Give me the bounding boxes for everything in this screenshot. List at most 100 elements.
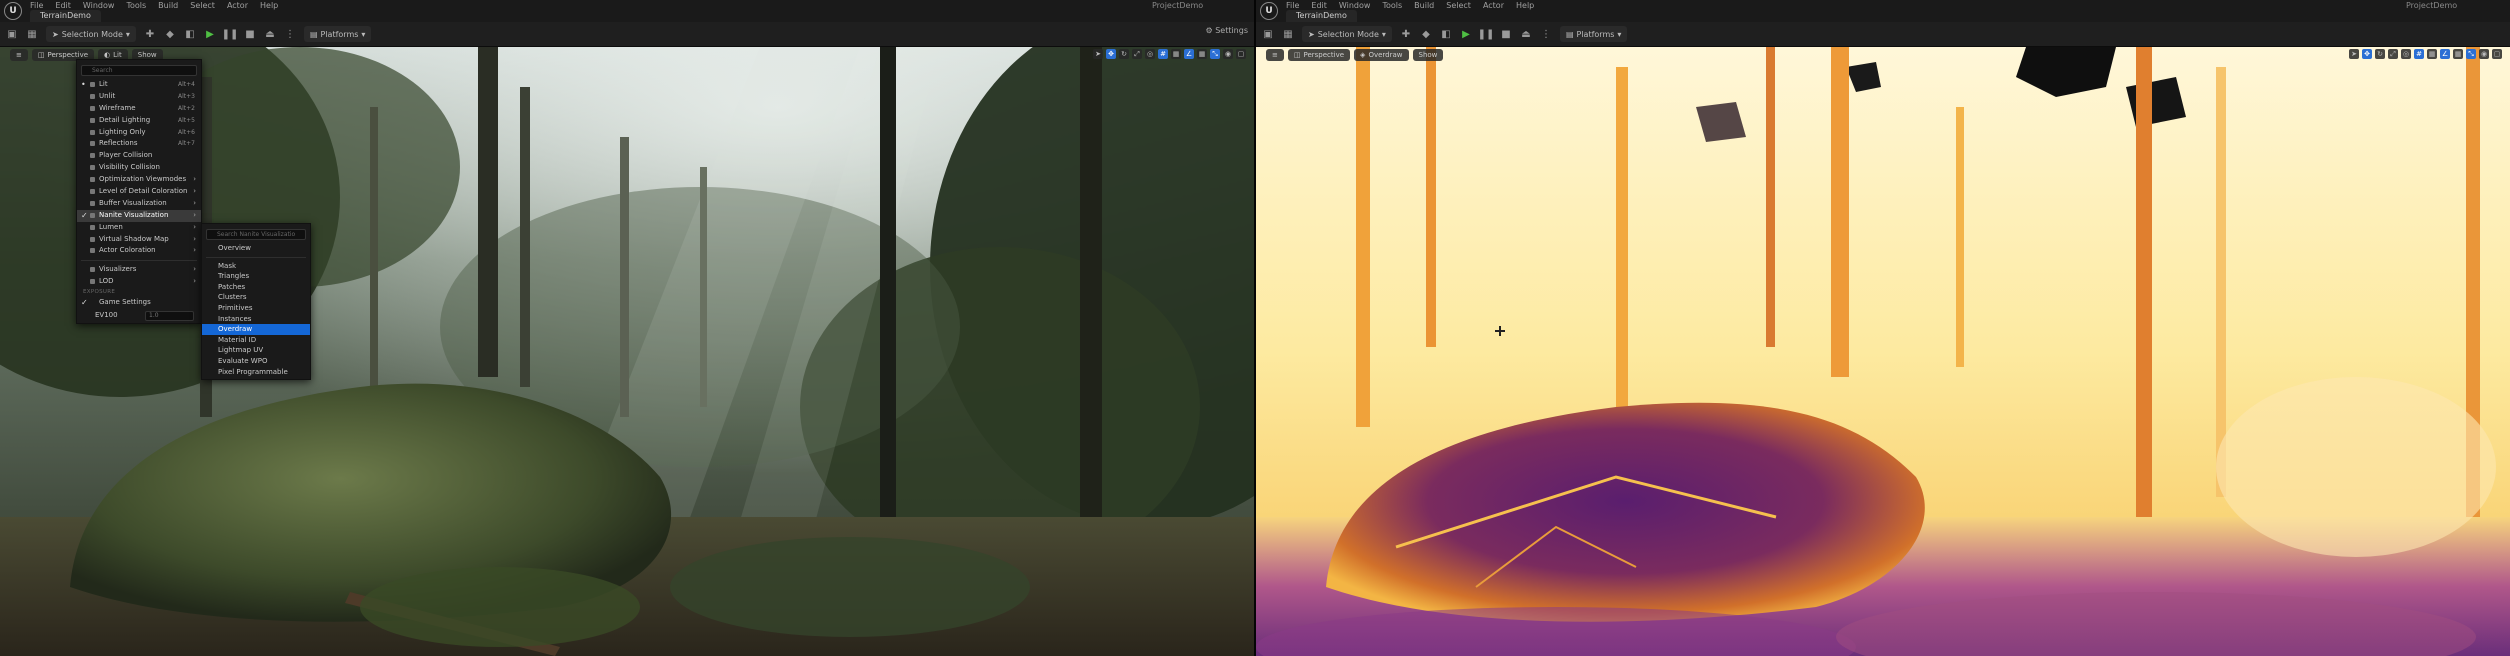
menu-build[interactable]: Build <box>158 1 178 10</box>
menu-item-visibility-collision[interactable]: Visibility Collision <box>77 162 201 174</box>
menu-item-unlit[interactable]: Unlit Alt+3 <box>77 91 201 103</box>
menu-item-lighting-only[interactable]: Lighting Only Alt+6 <box>77 127 201 139</box>
menu-item-lod[interactable]: LOD › <box>77 276 201 288</box>
viewport-options-button[interactable]: ≡ <box>1266 49 1284 61</box>
submenu-item-instances[interactable]: Instances <box>202 314 310 325</box>
menu-item-lod-coloration[interactable]: Level of Detail Coloration › <box>77 186 201 198</box>
submenu-item-pixel-programmable[interactable]: Pixel Programmable <box>202 367 310 378</box>
selection-mode-button[interactable]: ➤ Selection Mode ▾ <box>46 26 136 42</box>
submenu-item-overview[interactable]: Overview <box>202 243 310 254</box>
add-actor-icon[interactable]: ✚ <box>1400 28 1412 40</box>
viewport-overdraw[interactable]: ≡ ◫ Perspective ◈ Overdraw Show ➤ ✥ ↻ ⤢ ◎ … <box>1256 47 2510 656</box>
scale-snap-icon[interactable]: ⤡ <box>2466 49 2476 59</box>
menu-window[interactable]: Window <box>83 1 115 10</box>
submenu-item-mask[interactable]: Mask <box>202 261 310 272</box>
level-tab[interactable]: TerrainDemo <box>30 10 101 22</box>
content-icon[interactable]: ▦ <box>26 28 38 40</box>
menu-item-actor-coloration[interactable]: Actor Coloration › <box>77 245 201 257</box>
grid-snap-icon[interactable]: # <box>1158 49 1168 59</box>
stop-icon[interactable]: ■ <box>244 28 256 40</box>
settings-button[interactable]: ⚙ Settings <box>1205 26 1248 35</box>
menu-select[interactable]: Select <box>1446 1 1471 10</box>
maximize-icon[interactable]: ▢ <box>2492 49 2502 59</box>
submenu-item-evaluate-wpo[interactable]: Evaluate WPO <box>202 356 310 367</box>
rotation-size-icon[interactable]: ▦ <box>1197 49 1207 59</box>
menu-item-game-settings[interactable]: ✓ Game Settings <box>77 297 201 309</box>
camera-speed-icon[interactable]: ◉ <box>2479 49 2489 59</box>
menu-item-buffer-visualization[interactable]: Buffer Visualization › <box>77 198 201 210</box>
menu-item-player-collision[interactable]: Player Collision <box>77 150 201 162</box>
viewport-options-button[interactable]: ≡ <box>10 49 28 61</box>
platforms-button[interactable]: ▤ Platforms ▾ <box>1559 26 1628 42</box>
grid-snap-icon[interactable]: # <box>2414 49 2424 59</box>
menu-help[interactable]: Help <box>1516 1 1534 10</box>
select-tool-icon[interactable]: ➤ <box>2349 49 2359 59</box>
menu-help[interactable]: Help <box>260 1 278 10</box>
pause-icon[interactable]: ❚❚ <box>222 28 239 40</box>
content-icon[interactable]: ▦ <box>1282 28 1294 40</box>
menu-item-optimization-viewmodes[interactable]: Optimization Viewmodes › <box>77 174 201 186</box>
menu-window[interactable]: Window <box>1339 1 1371 10</box>
world-space-icon[interactable]: ◎ <box>1145 49 1155 59</box>
rotate-tool-icon[interactable]: ↻ <box>2375 49 2385 59</box>
scale-snap-icon[interactable]: ⤡ <box>1210 49 1220 59</box>
world-space-icon[interactable]: ◎ <box>2401 49 2411 59</box>
move-tool-icon[interactable]: ✥ <box>1106 49 1116 59</box>
eject-icon[interactable]: ⏏ <box>264 28 276 40</box>
submenu-item-clusters[interactable]: Clusters <box>202 292 310 303</box>
nanite-search-input[interactable]: Search Nanite Visualizatio <box>206 229 306 240</box>
pause-icon[interactable]: ❚❚ <box>1478 28 1495 40</box>
move-tool-icon[interactable]: ✥ <box>2362 49 2372 59</box>
rotation-snap-icon[interactable]: ∠ <box>1184 49 1194 59</box>
menu-edit[interactable]: Edit <box>55 1 71 10</box>
grid-size-icon[interactable]: ▦ <box>2427 49 2437 59</box>
select-tool-icon[interactable]: ➤ <box>1093 49 1103 59</box>
submenu-item-patches[interactable]: Patches <box>202 282 310 293</box>
grid-size-icon[interactable]: ▦ <box>1171 49 1181 59</box>
menu-item-reflections[interactable]: Reflections Alt+7 <box>77 138 201 150</box>
blueprint-icon[interactable]: ◆ <box>164 28 176 40</box>
submenu-item-triangles[interactable]: Triangles <box>202 271 310 282</box>
level-tab[interactable]: TerrainDemo <box>1286 10 1357 22</box>
play-icon[interactable]: ▶ <box>204 28 216 40</box>
menu-actor[interactable]: Actor <box>1483 1 1504 10</box>
scale-tool-icon[interactable]: ⤢ <box>2388 49 2398 59</box>
camera-speed-icon[interactable]: ◉ <box>1223 49 1233 59</box>
perspective-button[interactable]: ◫ Perspective <box>1287 49 1351 61</box>
menu-actor[interactable]: Actor <box>227 1 248 10</box>
menu-file[interactable]: File <box>30 1 43 10</box>
save-icon[interactable]: ▣ <box>6 28 18 40</box>
menu-item-nanite-visualization[interactable]: ✓ Nanite Visualization › <box>77 209 201 222</box>
menu-item-virtual-shadow-map[interactable]: Virtual Shadow Map › <box>77 234 201 246</box>
menu-item-lit[interactable]: • Lit Alt+4 <box>77 79 201 91</box>
menu-tools[interactable]: Tools <box>1382 1 1402 10</box>
rotation-snap-icon[interactable]: ∠ <box>2440 49 2450 59</box>
view-mode-search-input[interactable]: Search <box>81 65 197 76</box>
menu-item-wireframe[interactable]: Wireframe Alt+2 <box>77 103 201 115</box>
scale-tool-icon[interactable]: ⤢ <box>1132 49 1142 59</box>
menu-item-visualizers[interactable]: Visualizers › <box>77 264 201 276</box>
menu-edit[interactable]: Edit <box>1311 1 1327 10</box>
submenu-item-overdraw[interactable]: Overdraw <box>202 324 310 335</box>
view-mode-button[interactable]: ◈ Overdraw <box>1354 49 1409 61</box>
menu-item-lumen[interactable]: Lumen › <box>77 222 201 234</box>
more-options-icon[interactable]: ⋮ <box>284 28 296 40</box>
menu-select[interactable]: Select <box>190 1 215 10</box>
cinematics-icon[interactable]: ◧ <box>1440 28 1452 40</box>
eject-icon[interactable]: ⏏ <box>1520 28 1532 40</box>
rotation-size-icon[interactable]: ▦ <box>2453 49 2463 59</box>
menu-file[interactable]: File <box>1286 1 1299 10</box>
play-icon[interactable]: ▶ <box>1460 28 1472 40</box>
ev100-input[interactable]: 1.0 <box>145 311 194 322</box>
menu-item-detail-lighting[interactable]: Detail Lighting Alt+5 <box>77 115 201 127</box>
maximize-icon[interactable]: ▢ <box>1236 49 1246 59</box>
blueprint-icon[interactable]: ◆ <box>1420 28 1432 40</box>
menu-build[interactable]: Build <box>1414 1 1434 10</box>
add-actor-icon[interactable]: ✚ <box>144 28 156 40</box>
menu-tools[interactable]: Tools <box>126 1 146 10</box>
submenu-item-lightmap-uv[interactable]: Lightmap UV <box>202 345 310 356</box>
show-button[interactable]: Show <box>1412 49 1444 61</box>
save-icon[interactable]: ▣ <box>1262 28 1274 40</box>
submenu-item-material-id[interactable]: Material ID <box>202 335 310 346</box>
stop-icon[interactable]: ■ <box>1500 28 1512 40</box>
